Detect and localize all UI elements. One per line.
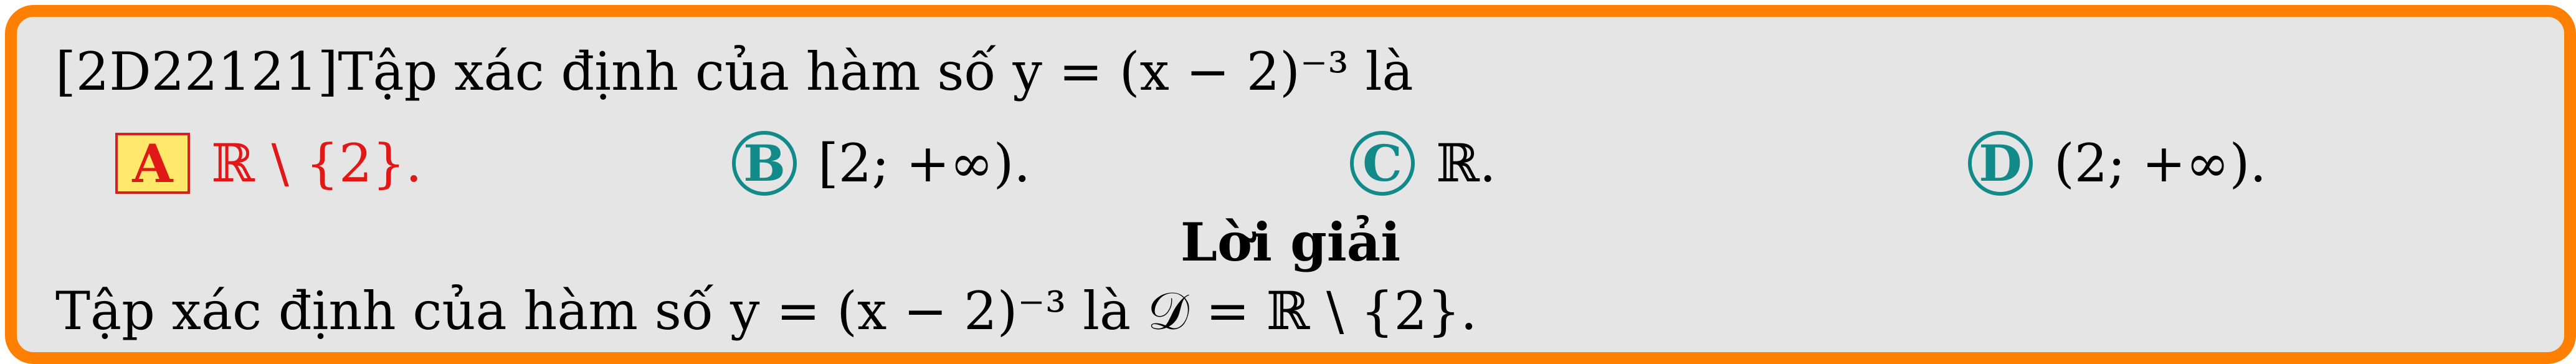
solution-heading: Lời giải [1180,211,1401,273]
option-c[interactable]: C ℝ. [1350,129,1496,198]
option-text-d: (2; +∞). [2054,133,2267,194]
option-label-d: D [1968,131,2033,196]
option-label-c: C [1350,131,1415,196]
option-text-a: ℝ \ {2}. [211,133,422,194]
option-text-c: ℝ. [1436,133,1496,194]
question-card: [2D22121]Tập xác định của hàm số y = (x … [5,5,2576,364]
option-label-b: B [732,131,797,196]
option-label-a: A [115,133,190,194]
question-text: [2D22121]Tập xác định của hàm số y = (x … [55,41,1414,102]
option-a[interactable]: A ℝ \ {2}. [115,129,422,198]
solution-text: Tập xác định của hàm số y = (x − 2)⁻³ là… [55,280,1478,342]
option-d[interactable]: D (2; +∞). [1968,129,2266,198]
option-text-b: [2; +∞). [818,133,1031,194]
option-b[interactable]: B [2; +∞). [732,129,1030,198]
